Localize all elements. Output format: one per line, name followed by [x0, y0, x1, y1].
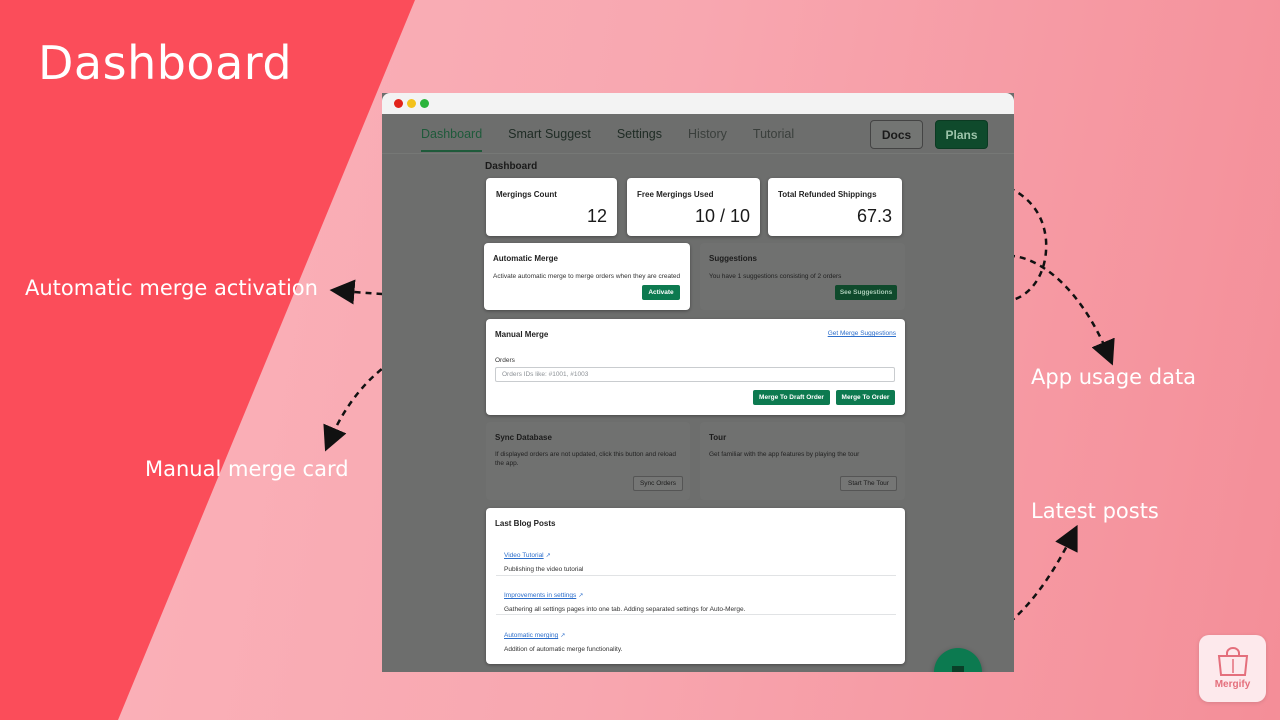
- card-text: Activate automatic merge to merge orders…: [493, 273, 681, 280]
- card-text: If displayed orders are not updated, cli…: [495, 451, 677, 467]
- stat-value: 12: [586, 206, 607, 226]
- dashboard-content: Dashboard Mergings Count 12 Free Merging…: [382, 154, 1014, 672]
- merge-to-order-button[interactable]: Merge To Order: [836, 390, 895, 405]
- close-dot[interactable]: [394, 99, 403, 108]
- external-link-icon: ↗: [545, 553, 551, 559]
- stat-card-refunded-shippings: Total Refunded Shippings 67.3: [768, 178, 902, 236]
- sync-orders-button[interactable]: Sync Orders: [633, 476, 683, 491]
- chat-button[interactable]: [934, 648, 982, 672]
- stat-label: Mergings Count: [496, 190, 557, 199]
- sync-database-card: Sync Database If displayed orders are no…: [486, 422, 690, 500]
- divider: [496, 614, 896, 615]
- tab-history[interactable]: History: [688, 115, 727, 152]
- get-merge-suggestions-link[interactable]: Get Merge Suggestions: [828, 330, 896, 337]
- callout-posts: Latest posts: [1031, 499, 1159, 523]
- manual-merge-card: Manual Merge Get Merge Suggestions Order…: [486, 319, 905, 415]
- maximize-dot[interactable]: [420, 99, 429, 108]
- card-text: Get familiar with the app features by pl…: [709, 451, 860, 458]
- divider: [496, 575, 896, 576]
- post-link[interactable]: Video Tutorial: [504, 552, 544, 559]
- post-desc: Gathering all settings pages into one ta…: [504, 606, 746, 613]
- stat-card-mergings-count: Mergings Count 12: [486, 178, 617, 236]
- card-title: Last Blog Posts: [495, 519, 556, 528]
- tab-settings[interactable]: Settings: [617, 115, 662, 152]
- card-title: Tour: [709, 433, 727, 442]
- stat-label: Total Refunded Shippings: [778, 190, 877, 199]
- window-titlebar: [382, 93, 1014, 114]
- tab-smart-suggest[interactable]: Smart Suggest: [508, 115, 591, 152]
- logo-text: Mergify: [1214, 679, 1251, 690]
- stat-value: 67.3: [856, 206, 892, 226]
- chat-icon: [952, 666, 964, 672]
- callout-usage: App usage data: [1031, 365, 1197, 389]
- card-title: Automatic Merge: [493, 254, 558, 263]
- blog-posts-card: Last Blog Posts Video Tutorial ↗ Publishi…: [486, 508, 905, 664]
- docs-button[interactable]: Docs: [870, 120, 923, 149]
- plans-button[interactable]: Plans: [935, 120, 988, 149]
- blog-post: Improvements in settings ↗ Gathering all …: [504, 584, 894, 613]
- stat-card-free-mergings: Free Mergings Used 10 / 10: [627, 178, 760, 236]
- top-nav: Dashboard Smart Suggest Settings History…: [382, 114, 1014, 154]
- card-title: Sync Database: [495, 433, 552, 442]
- orders-label: Orders: [495, 357, 515, 364]
- see-suggestions-button[interactable]: See Suggestions: [835, 285, 897, 300]
- blog-post: Automatic merging ↗ Addition of automatic…: [504, 624, 894, 653]
- blog-post: Video Tutorial ↗ Publishing the video tut…: [504, 544, 894, 573]
- external-link-icon: ↗: [560, 633, 566, 639]
- stat-value: 10 / 10: [694, 206, 750, 226]
- post-desc: Publishing the video tutorial: [504, 566, 584, 573]
- stat-label: Free Mergings Used: [637, 190, 714, 199]
- post-link[interactable]: Improvements in settings: [504, 592, 576, 599]
- callout-auto-merge: Automatic merge activation: [25, 276, 318, 300]
- minimize-dot[interactable]: [407, 99, 416, 108]
- external-link-icon: ↗: [578, 593, 584, 599]
- app-window: Dashboard Smart Suggest Settings History…: [382, 93, 1014, 672]
- tab-dashboard[interactable]: Dashboard: [421, 115, 483, 152]
- tour-card: Tour Get familiar with the app features …: [700, 422, 905, 500]
- card-text: You have 1 suggestions consisting of 2 o…: [709, 273, 842, 280]
- tab-tutorial[interactable]: Tutorial: [753, 115, 794, 152]
- page-title: Dashboard: [485, 161, 538, 172]
- mergify-logo: Mergify: [1199, 635, 1266, 702]
- card-title: Suggestions: [709, 254, 758, 263]
- activate-button[interactable]: Activate: [642, 285, 680, 300]
- card-title: Manual Merge: [495, 330, 549, 339]
- suggestions-card: Suggestions You have 1 suggestions consi…: [700, 243, 905, 310]
- callout-manual-merge: Manual merge card: [145, 457, 349, 481]
- post-link[interactable]: Automatic merging: [504, 632, 558, 639]
- orders-input[interactable]: [495, 367, 895, 382]
- automatic-merge-card: Automatic Merge Activate automatic merge…: [484, 243, 690, 310]
- post-desc: Addition of automatic merge functionalit…: [504, 646, 623, 653]
- merge-to-draft-order-button[interactable]: Merge To Draft Order: [753, 390, 830, 405]
- shopping-bag-icon: [1217, 647, 1248, 676]
- start-tour-button[interactable]: Start The Tour: [840, 476, 897, 491]
